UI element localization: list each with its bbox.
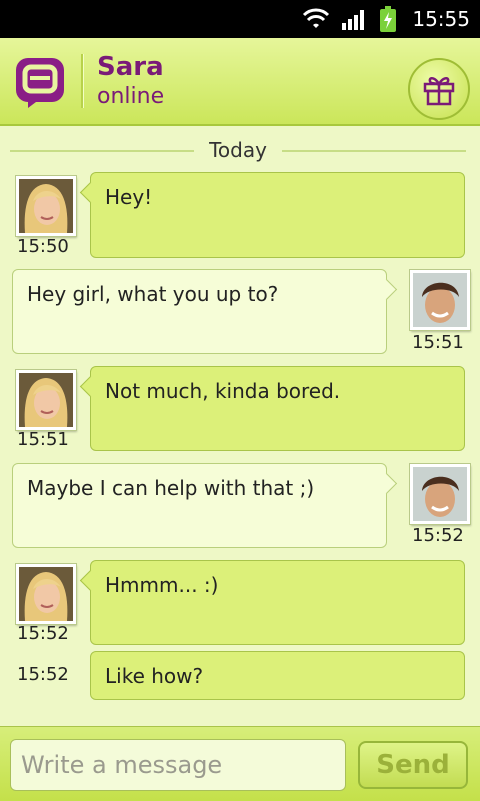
app-logo-icon[interactable] (14, 56, 66, 108)
message-time: 15:51 (412, 332, 464, 353)
message-text: Hmmm... :) (105, 573, 219, 597)
sara-photo (19, 567, 73, 621)
my-avatar[interactable] (410, 464, 470, 524)
day-separator-line-right (282, 150, 466, 152)
message-text: Hey girl, what you up to? (27, 282, 279, 306)
day-separator: Today (10, 138, 466, 162)
message-bubble-outgoing[interactable]: Hey girl, what you up to? (12, 269, 398, 354)
message-bubble-incoming[interactable]: Hey! (79, 172, 465, 258)
message-list[interactable]: Today 15:50 Hey! Hey girl, what you up t… (0, 126, 480, 726)
message-time: 15:50 (17, 236, 69, 257)
sara-avatar[interactable] (16, 564, 76, 624)
bubble-tail (79, 569, 102, 592)
message-text: Like how? (105, 664, 204, 688)
gift-button[interactable] (408, 58, 470, 120)
sara-photo (19, 179, 73, 233)
message-time: 15:51 (17, 429, 69, 450)
sara-avatar[interactable] (16, 370, 76, 430)
message-time: 15:52 (17, 623, 69, 644)
status-bar: 15:55 (0, 0, 480, 38)
my-photo (413, 273, 467, 327)
contact-status: online (97, 84, 165, 109)
sara-avatar[interactable] (16, 176, 76, 236)
message-bubble-outgoing[interactable]: Maybe I can help with that ;) (12, 463, 398, 548)
message-bubble-incoming[interactable]: Hmmm... :) (79, 560, 465, 645)
bubble-tail (79, 181, 102, 204)
compose-bar: Send (0, 726, 480, 801)
sara-photo (19, 373, 73, 427)
message-input[interactable] (10, 739, 346, 791)
gift-icon (423, 77, 455, 106)
message-text: Maybe I can help with that ;) (27, 476, 315, 500)
status-time: 15:55 (412, 7, 470, 31)
my-avatar[interactable] (410, 270, 470, 330)
bubble-tail (375, 472, 398, 495)
message-bubble-incoming[interactable]: Not much, kinda bored. (79, 366, 465, 451)
contact-name: Sara (97, 52, 164, 82)
chat-header: Sara online (0, 38, 480, 126)
message-bubble-incoming[interactable]: Like how? (90, 651, 465, 700)
battery-charging-icon (380, 6, 397, 32)
signal-icon (342, 10, 365, 30)
my-photo (413, 467, 467, 521)
bubble-tail (79, 375, 102, 398)
message-time: 15:52 (17, 664, 69, 685)
header-divider (81, 54, 83, 108)
message-time: 15:52 (412, 525, 464, 546)
bubble-tail (375, 278, 398, 301)
status-icons: 15:55 (302, 0, 470, 38)
wifi-icon (303, 8, 330, 28)
message-text: Hey! (105, 185, 153, 209)
send-button[interactable]: Send (358, 741, 468, 789)
message-text: Not much, kinda bored. (105, 379, 341, 403)
